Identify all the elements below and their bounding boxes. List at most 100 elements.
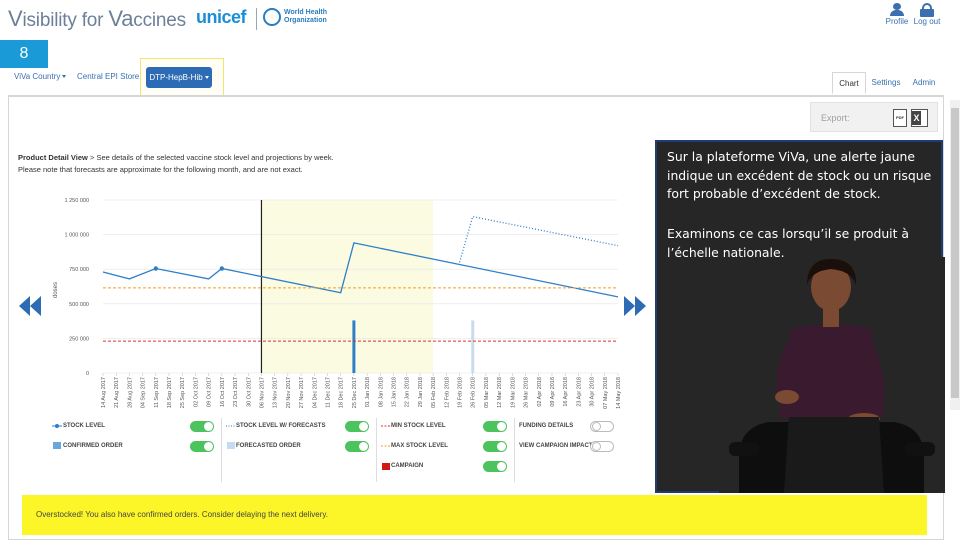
forecasted-order-toggle[interactable] xyxy=(345,441,369,452)
funding-details-toggle[interactable] xyxy=(590,421,614,432)
x-tick-label: 14 May 2018 xyxy=(616,377,622,409)
legend-confirmed-order: CONFIRMED ORDER xyxy=(63,443,123,449)
x-tick-label: 25 Dec 2017 xyxy=(352,377,358,408)
x-tick-label: 04 Sep 2017 xyxy=(141,377,147,408)
x-tick-label: 27 Nov 2017 xyxy=(299,377,305,408)
logo-letter-v: V xyxy=(8,6,23,31)
vaccine-dropdown[interactable]: DTP-HepB-Hib xyxy=(146,67,212,88)
unicef-logo: unicef xyxy=(196,7,247,27)
toggle-knob xyxy=(497,422,506,431)
toggle-knob xyxy=(592,442,601,451)
toggle-knob xyxy=(592,422,601,431)
vaccine-dropdown-label: DTP-HepB-Hib xyxy=(149,73,203,82)
series-point xyxy=(153,266,159,271)
series-point xyxy=(219,266,225,271)
campaign-toggle[interactable] xyxy=(483,461,507,472)
x-tick-label: 19 Feb 2018 xyxy=(458,377,464,408)
header: Visibility for Vaccines unicef World Hea… xyxy=(0,0,960,38)
legend-divider xyxy=(376,418,377,482)
confirmed-order-toggle[interactable] xyxy=(190,441,214,452)
logo-text-mid: isibility for xyxy=(22,10,109,31)
stock-forecast-toggle[interactable] xyxy=(345,421,369,432)
tab-settings[interactable]: Settings xyxy=(868,72,904,94)
viva-logo[interactable]: Visibility for Vaccines xyxy=(8,6,186,32)
x-tick-label: 11 Sep 2017 xyxy=(154,377,160,408)
x-tick-label: 19 Mar 2018 xyxy=(510,377,516,408)
step-badge: 8 xyxy=(0,40,48,68)
max-stock-legend-icon xyxy=(381,445,391,447)
tab-chart[interactable]: Chart xyxy=(832,72,866,94)
profile-button[interactable]: Profile xyxy=(882,3,912,27)
x-tick-label: 15 Jan 2018 xyxy=(392,377,398,407)
who-emblem-icon xyxy=(263,8,281,26)
legend-stock-level: STOCK LEVEL xyxy=(63,423,105,429)
x-tick-label: 05 Feb 2018 xyxy=(431,377,437,408)
legend-divider xyxy=(221,418,222,482)
page-scrollbar[interactable] xyxy=(950,100,960,410)
x-tick-label: 18 Sep 2017 xyxy=(167,377,173,408)
toggle-knob xyxy=(359,422,368,431)
pdf-export-icon[interactable]: PDF xyxy=(893,109,907,127)
legend-min-stock: MIN STOCK LEVEL xyxy=(391,423,446,429)
series-line xyxy=(458,215,619,263)
campaign-legend-icon xyxy=(382,463,390,470)
x-tick-label: 20 Nov 2017 xyxy=(286,377,292,408)
x-tick-label: 26 Mar 2018 xyxy=(524,377,530,408)
x-tick-label: 21 Aug 2017 xyxy=(114,377,120,408)
forecast-window-shading xyxy=(261,200,434,373)
export-bar: Export: PDF X xyxy=(810,102,938,132)
overstock-alert-text: Overstocked! You also have confirmed ord… xyxy=(36,510,329,519)
store-dropdown[interactable]: Central EPI Store xyxy=(77,72,146,81)
app-root: Visibility for Vaccines unicef World Hea… xyxy=(0,0,960,540)
x-tick-label: 02 Apr 2018 xyxy=(537,377,543,407)
product-detail-title-rest: > See details of the selected vaccine st… xyxy=(87,153,334,162)
toggle-knob xyxy=(497,462,506,471)
stock-level-toggle[interactable] xyxy=(190,421,214,432)
x-tick-label: 07 May 2018 xyxy=(603,377,609,409)
legend-divider xyxy=(514,418,515,482)
who-logo-text: World Health Organization xyxy=(284,9,328,24)
x-tick-label: 06 Nov 2017 xyxy=(259,377,265,408)
tab-admin[interactable]: Admin xyxy=(908,72,940,94)
toggle-knob xyxy=(497,442,506,451)
forecasted-order-legend-icon xyxy=(227,442,235,449)
legend-forecasted-order: FORECASTED ORDER xyxy=(236,443,301,449)
order-bar xyxy=(471,320,475,373)
campaign-impact-toggle[interactable] xyxy=(590,441,614,452)
min-stock-toggle[interactable] xyxy=(483,421,507,432)
x-tick-label: 09 Apr 2018 xyxy=(550,377,556,407)
product-detail-title-bold: Product Detail View xyxy=(18,153,88,162)
lock-icon-body xyxy=(920,9,934,17)
y-axis-label: doses xyxy=(53,282,59,298)
x-tick-label: 11 Dec 2017 xyxy=(325,377,331,408)
x-tick-label: 30 Apr 2018 xyxy=(590,377,596,407)
x-tick-label: 12 Mar 2018 xyxy=(497,377,503,408)
toggle-knob xyxy=(204,422,213,431)
min-stock-legend-icon xyxy=(381,425,391,427)
legend-max-stock: MAX STOCK LEVEL xyxy=(391,443,448,449)
confirmed-order-legend-icon xyxy=(53,442,61,449)
max-stock-toggle[interactable] xyxy=(483,441,507,452)
x-tick-label: 23 Apr 2018 xyxy=(576,377,582,407)
product-detail-title: Product Detail View > See details of the… xyxy=(18,153,334,162)
stock-level-chart: 0 250 000 500 000 750 000 1 000 000 1 250 000… xyxy=(53,198,622,409)
country-dropdown[interactable]: ViVa Country xyxy=(14,72,67,81)
x-tick-label: 04 Dec 2017 xyxy=(312,377,318,408)
excel-x-glyph: X xyxy=(912,111,921,125)
logout-button[interactable]: Log out xyxy=(912,3,942,27)
logout-label: Log out xyxy=(913,17,941,26)
narration-paragraph-1: Sur la plateforme ViVa, une alerte jaune… xyxy=(667,149,932,201)
y-tick-label: 500 000 xyxy=(69,302,89,308)
stock-level-legend-icon xyxy=(52,424,62,428)
x-tick-label: 25 Sep 2017 xyxy=(180,377,186,408)
y-tick-label: 0 xyxy=(86,371,89,377)
store-dropdown-label: Central EPI Store xyxy=(77,72,140,81)
x-tick-label: 14 Aug 2017 xyxy=(101,377,107,408)
forecast-note: Please note that forecasts are approxima… xyxy=(18,165,303,174)
stock-forecast-legend-icon xyxy=(226,425,236,427)
excel-export-icon[interactable]: X xyxy=(911,109,928,127)
country-dropdown-label: ViVa Country xyxy=(14,72,61,81)
logo-letters-va: Va xyxy=(108,6,134,31)
x-tick-label: 02 Oct 2017 xyxy=(193,377,199,407)
chevron-down-icon xyxy=(204,76,209,80)
